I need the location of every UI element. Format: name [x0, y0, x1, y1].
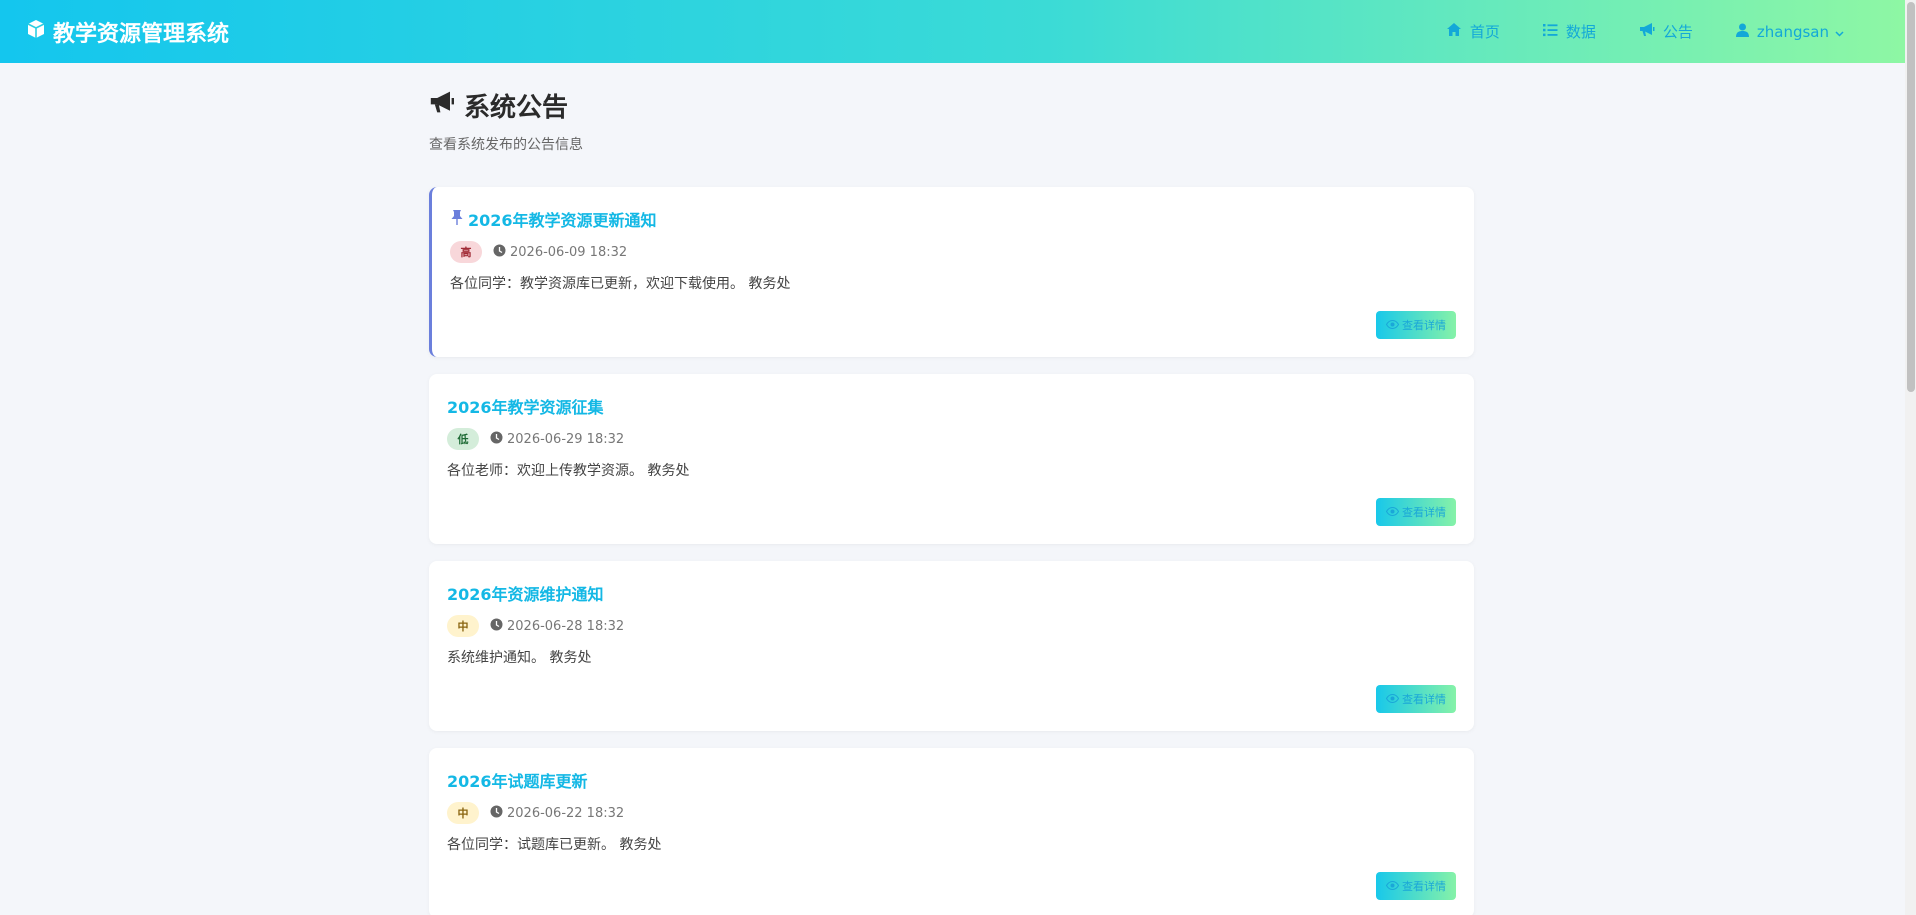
clock-icon	[493, 244, 510, 261]
announcement-title-text: 2026年试题库更新	[447, 772, 588, 791]
nav-data[interactable]: 数据	[1542, 21, 1596, 42]
announcement-title-text: 2026年教学资源征集	[447, 398, 604, 417]
view-detail-label: 查看详情	[1402, 506, 1446, 519]
announcement-time-text: 2026-06-28 18:32	[507, 618, 625, 634]
app-title: 教学资源管理系统	[53, 21, 230, 47]
announcement-meta: 低 2026-06-29 18:32	[447, 427, 1456, 451]
user-icon	[1735, 23, 1757, 41]
page-title-text: 系统公告	[464, 92, 569, 123]
eye-icon	[1385, 693, 1402, 706]
bullhorn-icon	[429, 90, 464, 121]
pin-icon	[450, 209, 468, 229]
priority-badge: 低	[447, 428, 479, 450]
chevron-down-icon	[1835, 23, 1852, 41]
nav-home-label: 首页	[1469, 23, 1500, 41]
bullhorn-icon	[1639, 22, 1663, 41]
announcement-title-text: 2026年教学资源更新通知	[468, 211, 657, 230]
announcement-card: 2026年教学资源更新通知 高 2026-06-09 18:32 各位同学：教学…	[429, 187, 1474, 357]
clock-icon	[490, 805, 507, 822]
cube-icon	[26, 19, 53, 45]
announcement-time: 2026-06-22 18:32	[490, 805, 624, 822]
announcement-content: 系统维护通知。 教务处	[447, 650, 592, 666]
priority-badge: 中	[447, 802, 479, 824]
priority-badge: 高	[450, 241, 482, 263]
announcement-card: 2026年教学资源征集 低 2026-06-29 18:32 各位老师：欢迎上传…	[429, 374, 1474, 544]
eye-icon	[1385, 506, 1402, 519]
view-detail-button[interactable]: 查看详情	[1376, 872, 1456, 900]
announcement-time: 2026-06-09 18:32	[493, 244, 627, 261]
clock-icon	[490, 618, 507, 635]
view-detail-button[interactable]: 查看详情	[1376, 685, 1456, 713]
scrollbar-thumb[interactable]	[1907, 2, 1915, 392]
announcement-title[interactable]: 2026年试题库更新	[447, 768, 1456, 792]
list-icon	[1542, 23, 1566, 41]
announcement-time: 2026-06-29 18:32	[490, 431, 624, 448]
main-nav: 首页 数据 公告 zhangsan	[1403, 0, 1881, 63]
top-navbar: 教学资源管理系统 首页 数据 公告 zhangsan	[0, 0, 1905, 63]
announcement-time-text: 2026-06-09 18:32	[510, 244, 628, 260]
announcement-time-text: 2026-06-22 18:32	[507, 805, 625, 821]
announcement-time-text: 2026-06-29 18:32	[507, 431, 625, 447]
announcement-card: 2026年资源维护通知 中 2026-06-28 18:32 系统维护通知。 教…	[429, 561, 1474, 731]
main-content: 系统公告 查看系统发布的公告信息 2026年教学资源更新通知 高 2026-06…	[429, 63, 1474, 915]
nav-data-label: 数据	[1565, 23, 1596, 41]
announcement-time: 2026-06-28 18:32	[490, 618, 624, 635]
view-detail-button[interactable]: 查看详情	[1376, 311, 1456, 339]
home-icon	[1446, 22, 1470, 41]
page: 教学资源管理系统 首页 数据 公告 zhangsan 系统公告 查看系统发布的公…	[0, 0, 1916, 915]
announcement-title[interactable]: 2026年教学资源更新通知	[450, 207, 1456, 231]
eye-icon	[1385, 319, 1402, 332]
announcement-content: 各位老师：欢迎上传教学资源。 教务处	[447, 463, 690, 479]
announcement-title[interactable]: 2026年资源维护通知	[447, 581, 1456, 605]
priority-badge: 中	[447, 615, 479, 637]
view-detail-label: 查看详情	[1402, 693, 1446, 706]
page-subtitle: 查看系统发布的公告信息	[429, 137, 583, 153]
username: zhangsan	[1756, 22, 1829, 41]
announcement-title-text: 2026年资源维护通知	[447, 585, 604, 604]
announcement-meta: 中 2026-06-22 18:32	[447, 801, 1456, 825]
clock-icon	[490, 431, 507, 448]
announcement-meta: 中 2026-06-28 18:32	[447, 614, 1456, 638]
page-title: 系统公告	[429, 87, 1474, 123]
announcement-card: 2026年试题库更新 中 2026-06-22 18:32 各位同学：试题库已更…	[429, 748, 1474, 915]
brand[interactable]: 教学资源管理系统	[26, 16, 229, 48]
announcement-title[interactable]: 2026年教学资源征集	[447, 394, 1456, 418]
announcement-meta: 高 2026-06-09 18:32	[450, 240, 1456, 264]
nav-notice[interactable]: 公告	[1639, 21, 1693, 42]
nav-notice-label: 公告	[1662, 23, 1693, 41]
eye-icon	[1385, 880, 1402, 893]
page-scrollbar[interactable]	[1905, 0, 1916, 915]
announcement-content: 各位同学：教学资源库已更新，欢迎下载使用。 教务处	[450, 276, 791, 292]
view-detail-button[interactable]: 查看详情	[1376, 498, 1456, 526]
view-detail-label: 查看详情	[1402, 880, 1446, 893]
view-detail-label: 查看详情	[1402, 319, 1446, 332]
nav-home[interactable]: 首页	[1446, 21, 1500, 42]
user-menu[interactable]: zhangsan	[1735, 22, 1852, 41]
announcement-content: 各位同学：试题库已更新。 教务处	[447, 837, 662, 853]
